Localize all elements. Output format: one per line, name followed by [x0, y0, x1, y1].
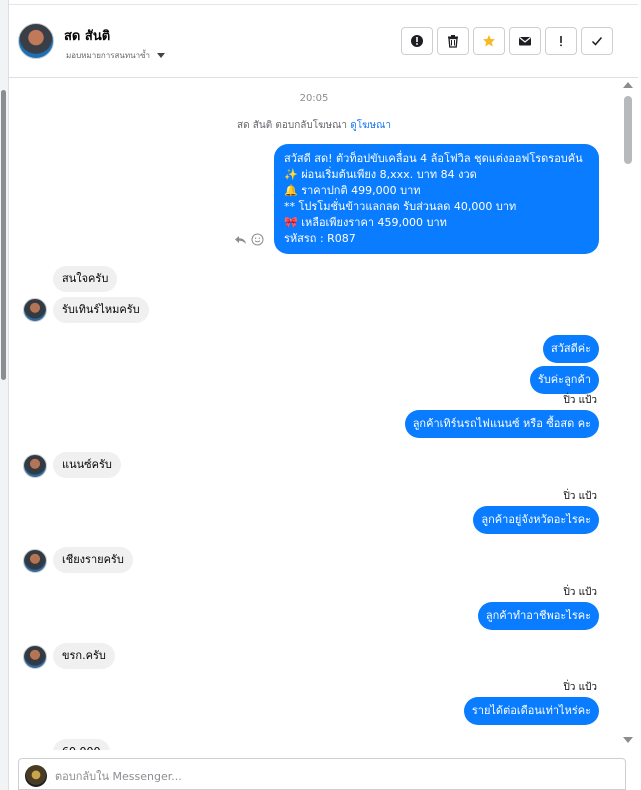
sender-name: ปิ่ว แป้ว	[563, 682, 597, 693]
ad-message-line: ✨ ผ่อนเริ่มต้นเพียง 8,xxx. บาท 84 งวด	[284, 168, 477, 181]
page-avatar	[25, 765, 47, 787]
left-scrollbar-thumb[interactable]	[1, 90, 6, 380]
sender-name: ปิ่ว แป้ว	[563, 587, 597, 598]
view-ad-link[interactable]: ดูโฆษณา	[350, 120, 391, 131]
incoming-message[interactable]: สนใจครับ	[53, 266, 118, 292]
follow-up-button[interactable]	[545, 27, 577, 55]
outgoing-message[interactable]: ลูกค้าเทิร์นรถไฟแนนซ์ หรือ ซื้อสด คะ	[404, 410, 599, 438]
mark-unread-button[interactable]	[509, 27, 541, 55]
ad-message-line: 🔔 ราคาปกติ 499,000 บาท	[284, 184, 421, 197]
outgoing-message[interactable]: ลูกค้าอยู่จังหวัดอะไรคะ	[473, 506, 599, 534]
outgoing-message[interactable]: ลูกค้าทำอาชีพอะไรคะ	[477, 602, 599, 630]
reply-icon[interactable]	[234, 233, 247, 246]
incoming-message[interactable]: 60,000	[53, 739, 110, 750]
thread-scrollbar-thumb[interactable]	[624, 96, 632, 164]
ad-message-line: 🎀 เหลือเพียงราคา 459,000 บาท	[284, 216, 447, 229]
incoming-message[interactable]: แนนซ์ครับ	[53, 452, 121, 478]
message-actions	[234, 233, 264, 246]
envelope-icon	[519, 37, 531, 46]
checkmark-icon	[591, 37, 603, 46]
sender-name: ปิ่ว แป้ว	[563, 395, 597, 406]
ad-message-bubble[interactable]: สวัสดี สด! ตัวท็อปขับเคลื่อน 4 ล้อโฟวิล …	[274, 144, 599, 254]
mark-spam-button[interactable]	[401, 27, 433, 55]
scroll-down-arrow-icon[interactable]	[623, 737, 633, 743]
chevron-down-icon	[157, 53, 166, 58]
incoming-message[interactable]: เชียงรายครับ	[53, 547, 133, 573]
mark-spam-icon	[411, 35, 423, 47]
outgoing-message[interactable]: สวัสดีค่ะ	[542, 335, 599, 363]
incoming-message[interactable]: ขรก.ครับ	[53, 643, 115, 669]
message-thread[interactable]: 20:05 สด สันติ ตอบกลับโฆษณา ดูโฆษณา สวัส…	[9, 80, 619, 750]
message-timestamp: 20:05	[299, 93, 329, 104]
assign-conversation-dropdown[interactable]: มอบหมายการสนทนาซ้ำ	[66, 49, 166, 62]
left-scrollbar[interactable]	[0, 0, 9, 790]
sender-name: ปิ่ว แป้ว	[563, 491, 597, 502]
mark-done-button[interactable]	[581, 27, 613, 55]
conversation-header: สด สันติ มอบหมายการสนทนาซ้ำ	[9, 4, 638, 78]
incoming-message[interactable]: รับเทินร์ไหมครับ	[53, 297, 149, 323]
exclamation-icon	[560, 36, 562, 47]
thread-scrollbar[interactable]	[619, 82, 637, 750]
reply-input[interactable]	[55, 767, 595, 785]
ad-reply-notice: สด สันติ ตอบกลับโฆษณา ดูโฆษณา	[9, 118, 619, 133]
star-icon	[483, 35, 495, 47]
delete-button[interactable]	[437, 27, 469, 55]
outgoing-message[interactable]: รับค่ะลูกค้า	[529, 366, 599, 394]
assign-label: มอบหมายการสนทนาซ้ำ	[66, 51, 151, 60]
ad-reply-notice-text: สด สันติ ตอบกลับโฆษณา	[236, 120, 348, 131]
contact-avatar-small[interactable]	[23, 549, 47, 573]
ad-message-line: สวัสดี สด! ตัวท็อปขับเคลื่อน 4 ล้อโฟวิล …	[284, 152, 583, 165]
contact-name[interactable]: สด สันติ	[64, 25, 110, 46]
contact-avatar-small[interactable]	[23, 298, 47, 322]
trash-icon	[448, 35, 458, 48]
star-button[interactable]	[473, 27, 505, 55]
scroll-up-arrow-icon[interactable]	[623, 82, 633, 88]
action-toolbar	[401, 27, 613, 55]
ad-message-line: รหัสรถ : R087	[284, 232, 356, 245]
ad-message-line: ** โปรโมชั่นข้าวแลกลด รับส่วนลด 40,000 บ…	[284, 200, 517, 213]
outgoing-message[interactable]: รายได้ต่อเดือนเท่าไหร่คะ	[463, 697, 599, 725]
reply-composer	[18, 758, 626, 790]
contact-avatar-small[interactable]	[23, 454, 47, 478]
contact-avatar[interactable]	[18, 23, 54, 59]
contact-avatar-small[interactable]	[23, 645, 47, 669]
emoji-reaction-icon[interactable]	[251, 233, 264, 246]
